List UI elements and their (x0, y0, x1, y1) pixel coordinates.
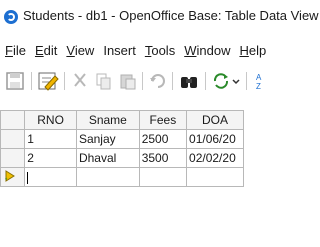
menu-insert[interactable]: Insert (103, 43, 136, 58)
menu-tools[interactable]: Tools (145, 43, 175, 58)
sort-ascending-icon[interactable]: A Z (253, 71, 267, 91)
menu-file[interactable]: File (5, 43, 26, 58)
find-icon[interactable] (178, 71, 200, 91)
column-header-rno[interactable]: RNO (24, 110, 77, 130)
refresh-icon[interactable] (211, 71, 231, 91)
table-row: 2 Dhaval 3500 02/02/20 (0, 148, 244, 168)
column-header-fees[interactable]: Fees (138, 110, 188, 130)
menu-window[interactable]: Window (184, 43, 230, 58)
toolbar: A Z (0, 67, 313, 95)
cell-fees[interactable]: 3500 (138, 148, 188, 168)
cell-doa[interactable]: 02/02/20 (186, 148, 244, 168)
menu-view[interactable]: View (66, 43, 94, 58)
svg-text:Z: Z (256, 82, 261, 91)
table-row: 1 Sanjay 2500 01/06/20 (0, 129, 244, 149)
new-record-cell[interactable] (75, 167, 140, 187)
new-record-row: * (0, 167, 244, 187)
corner-cell (0, 110, 26, 130)
save-icon[interactable] (4, 71, 26, 91)
undo-icon[interactable] (148, 71, 168, 91)
cell-sname[interactable]: Sanjay (75, 129, 140, 149)
menu-help[interactable]: Help (239, 43, 266, 58)
cell-fees[interactable]: 2500 (138, 129, 188, 149)
row-header[interactable] (0, 148, 26, 168)
new-record-cell[interactable] (24, 167, 77, 187)
edit-data-icon[interactable] (37, 71, 59, 91)
new-record-cell[interactable] (138, 167, 188, 187)
paste-icon[interactable] (118, 71, 138, 91)
copy-icon[interactable] (94, 71, 114, 91)
openoffice-base-icon (4, 10, 18, 24)
text-cursor (27, 171, 29, 184)
data-grid: RNO Sname Fees DOA 1 Sanjay 2500 01/06/2… (0, 110, 244, 187)
cell-sname[interactable]: Dhaval (75, 148, 140, 168)
chevron-down-icon[interactable] (231, 71, 241, 91)
new-record-row-header[interactable]: * (0, 167, 26, 187)
cell-rno[interactable]: 1 (24, 129, 77, 149)
column-header-sname[interactable]: Sname (75, 110, 140, 130)
svg-text:A: A (256, 73, 262, 82)
cut-icon[interactable] (70, 71, 90, 91)
row-header[interactable] (0, 129, 26, 149)
title-bar: Students - db1 - OpenOffice Base: Table … (0, 0, 319, 38)
window-title: Students - db1 - OpenOffice Base: Table … (23, 8, 319, 23)
current-record-pointer-icon: * (5, 169, 15, 184)
cell-rno[interactable]: 2 (24, 148, 77, 168)
header-row: RNO Sname Fees DOA (0, 110, 244, 130)
menu-edit[interactable]: Edit (35, 43, 57, 58)
cell-doa[interactable]: 01/06/20 (186, 129, 244, 149)
menu-bar: File Edit View Insert Tools Window Help (0, 37, 313, 63)
new-record-cell[interactable] (186, 167, 244, 187)
column-header-doa[interactable]: DOA (186, 110, 244, 130)
